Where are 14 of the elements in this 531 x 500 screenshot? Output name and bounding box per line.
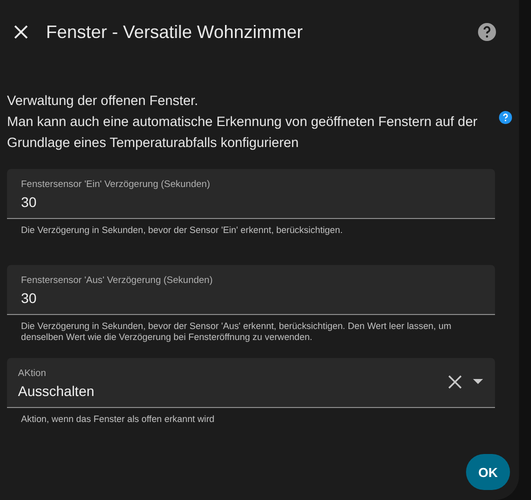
helper-text: Aktion, wenn das Fenster als offen erkannt wird — [20, 412, 216, 425]
select-field[interactable]: AKtion Ausschalten — [7, 358, 495, 408]
input-field[interactable]: Fenstersensor 'Aus' Verzögerung (Sekunden) 30 — [7, 264, 495, 314]
help-icon[interactable] — [477, 22, 497, 42]
ok-button[interactable]: OK — [466, 454, 510, 490]
dialog-title: Fenster - Versatile Wohnzimmer — [46, 22, 304, 42]
help-icon[interactable] — [499, 111, 512, 124]
input-field[interactable]: Fenstersensor 'Ein' Verzögerung (Sekunden) 30 — [7, 169, 495, 219]
clear-icon[interactable] — [447, 374, 463, 390]
dropdown-caret-icon[interactable] — [473, 379, 483, 385]
helper-text: Die Verzögerung in Sekunden, bevor der Sensor 'Ein' erkennt, berücksichtigen. — [20, 224, 344, 236]
description-text: Man kann auch eine automatische Erkennung von geöffneten Fenstern auf der Grundlage eines Temperaturabfalls konfigurieren — [7, 113, 478, 152]
description-text: Verwaltung der offenen Fenster. — [7, 92, 198, 110]
helper-text: Die Verzögerung in Sekunden, bevor der Sensor 'Aus' erkennt, berücksichtigen. Den Wert leer lassen, um denselben Wert wie die Verzögerung bei Fensteröffnung zu verwenden. — [20, 320, 452, 344]
